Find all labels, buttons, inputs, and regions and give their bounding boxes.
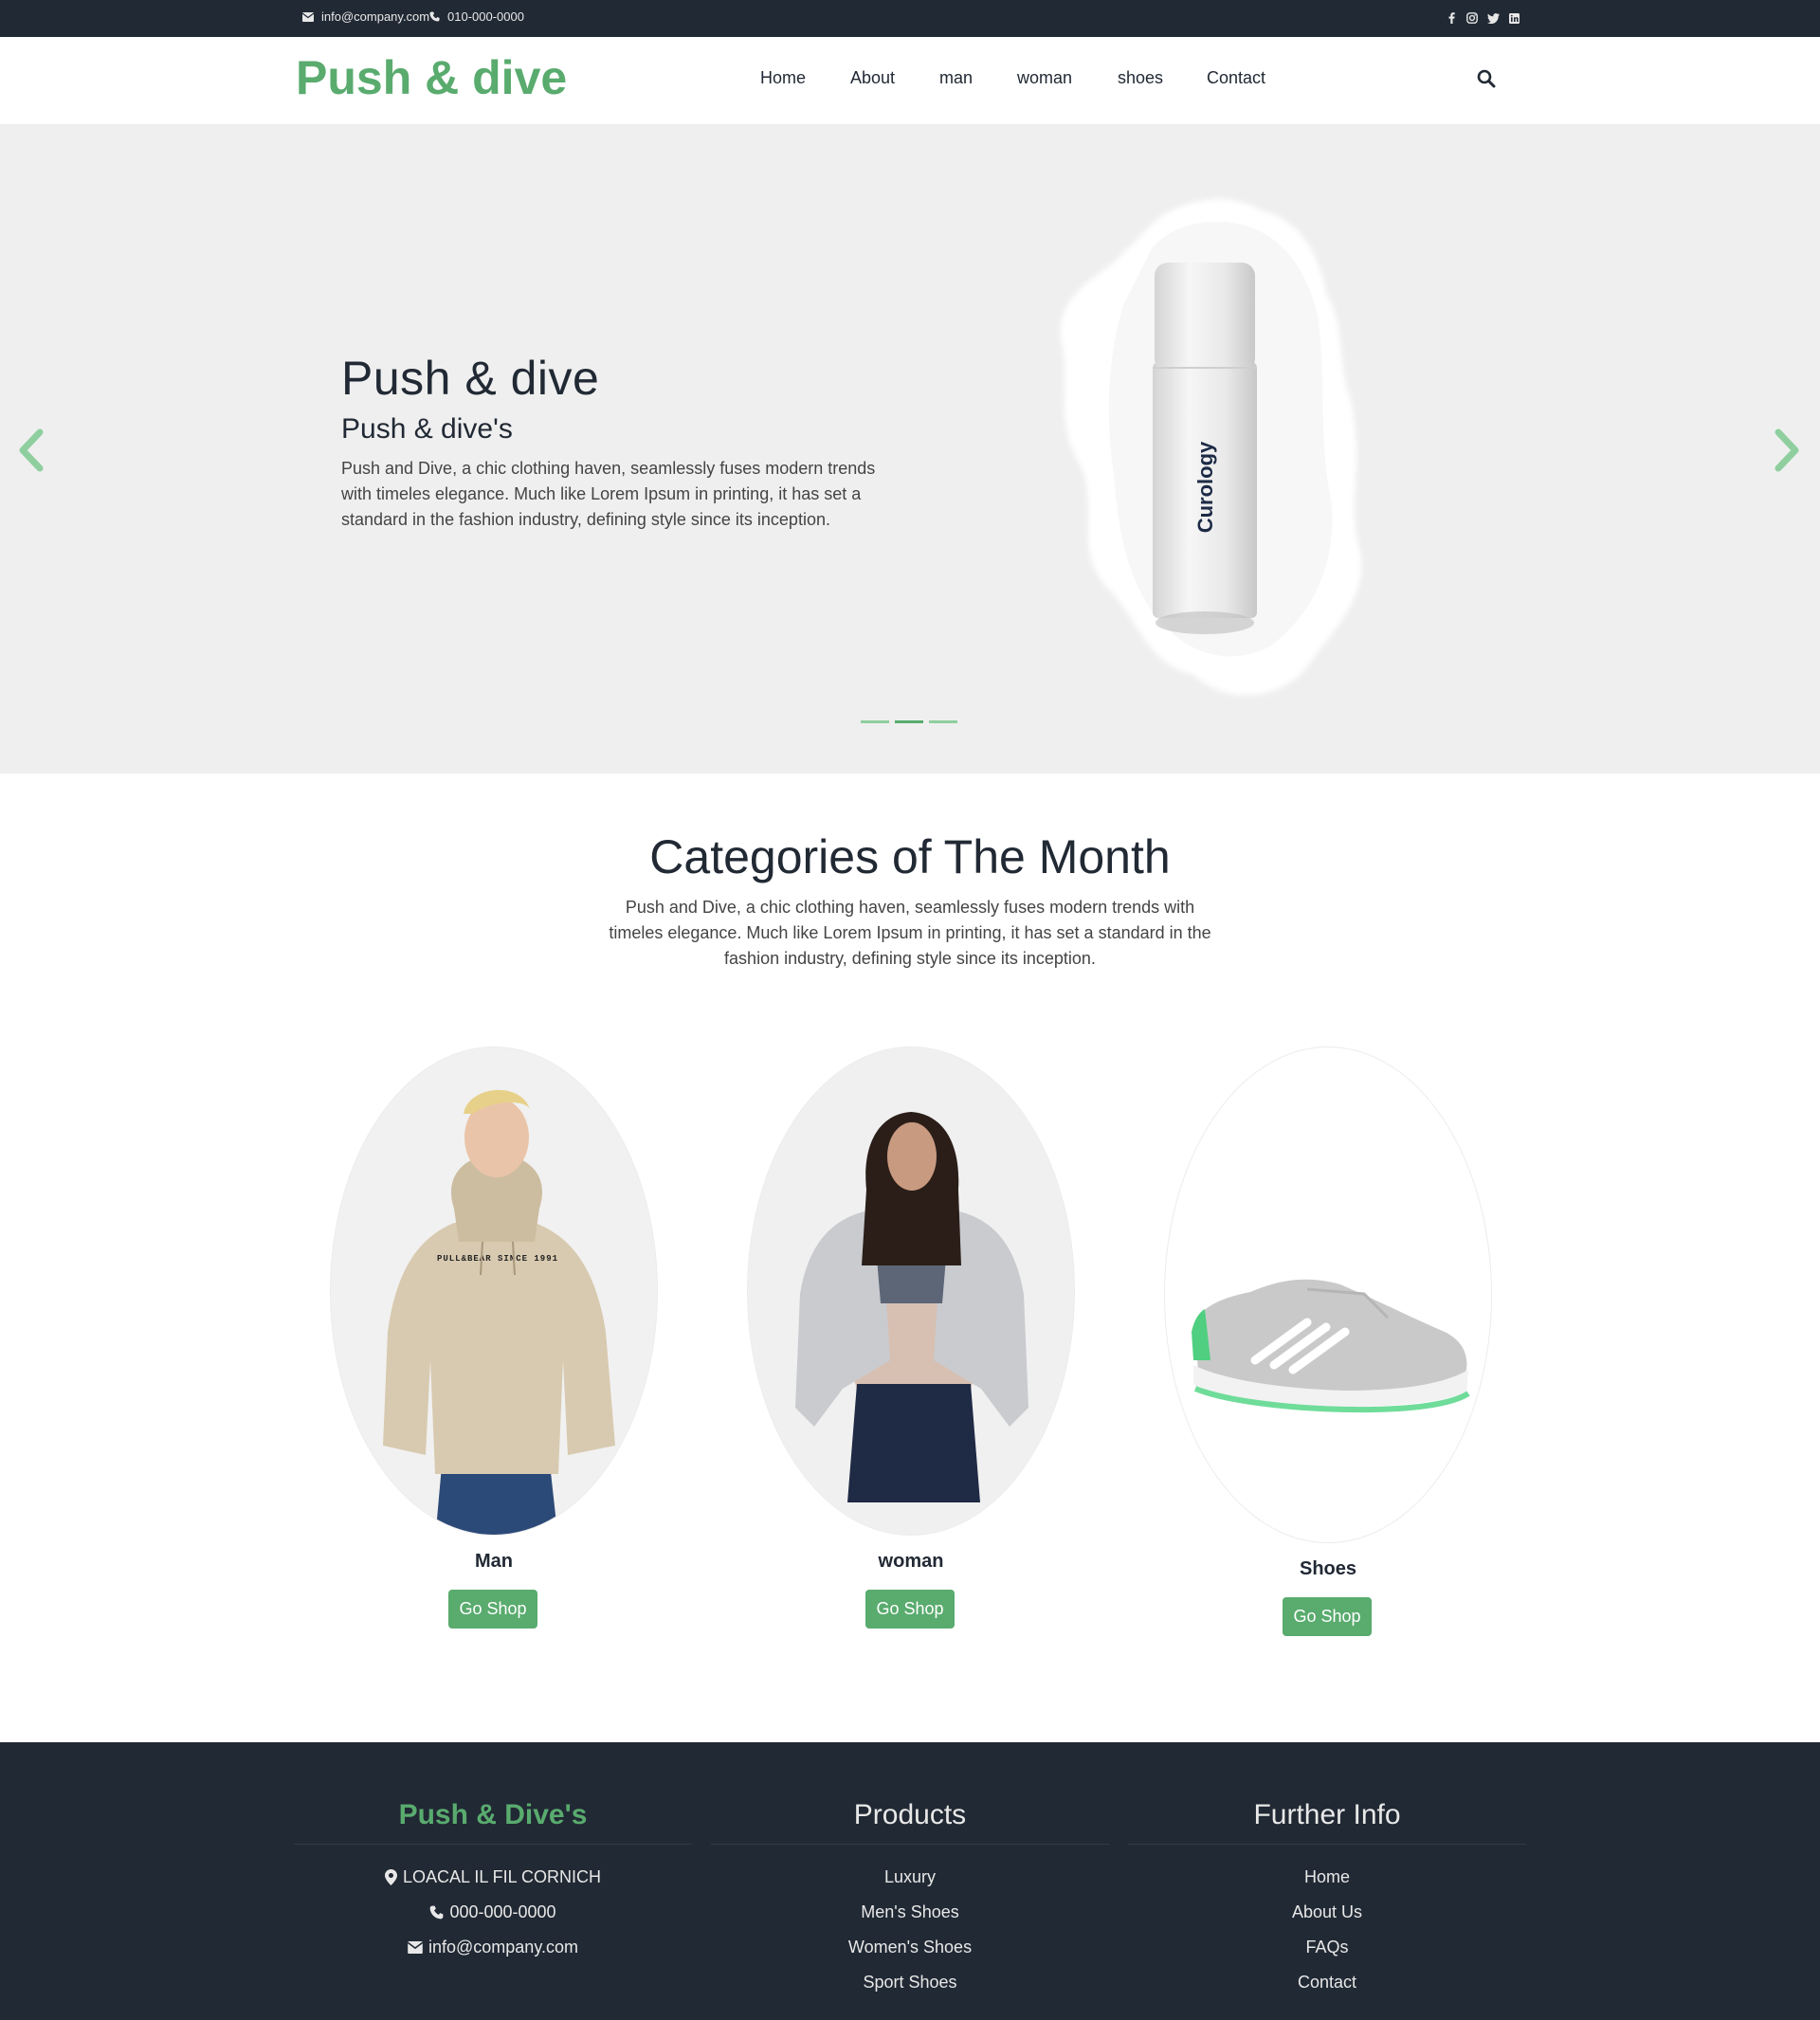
map-pin-icon xyxy=(384,1869,397,1885)
go-shop-man-button[interactable]: Go Shop xyxy=(448,1590,537,1629)
footer-info-column: Further Info Home About Us FAQs Contact xyxy=(1128,1794,1526,2000)
envelope-icon xyxy=(407,1941,423,1954)
footer-email[interactable]: info@company.com xyxy=(294,1930,692,1965)
footer-brand-title: Push & Dive's xyxy=(398,1799,588,1830)
footer-address-text: LOACAL IL FIL CORNICH xyxy=(402,1867,602,1886)
site-footer: Push & Dive's LOACAL IL FIL CORNICH 000-… xyxy=(0,1742,1820,2020)
man-hoodie-photo: PULL&BEAR SINCE 1991 xyxy=(331,1047,657,1535)
carousel-next-button[interactable] xyxy=(1773,427,1805,479)
categories-description: Push and Dive, a chic clothing haven, se… xyxy=(609,898,1211,968)
category-name-man: Man xyxy=(475,1551,513,1572)
phone-icon xyxy=(430,1905,444,1920)
hero-carousel: Push & dive Push & dive's Push and Dive,… xyxy=(0,125,1820,773)
footer-divider xyxy=(294,1844,692,1845)
product-brand-label: Curology xyxy=(1193,441,1217,533)
footer-phone-text: 000-000-0000 xyxy=(449,1902,556,1921)
search-icon xyxy=(1477,69,1496,88)
category-name-shoes: Shoes xyxy=(1299,1558,1357,1579)
footer-product-link[interactable]: Luxury xyxy=(711,1860,1109,1895)
twitter-icon[interactable] xyxy=(1483,9,1503,27)
footer-info-link[interactable]: About Us xyxy=(1128,1895,1526,1930)
social-links xyxy=(1441,9,1524,27)
footer-info-link[interactable]: FAQs xyxy=(1128,1930,1526,1965)
footer-products-title: Products xyxy=(853,1799,967,1830)
category-image-man[interactable]: PULL&BEAR SINCE 1991 xyxy=(330,1046,658,1536)
carousel-indicator-3[interactable] xyxy=(929,720,957,723)
footer-product-link[interactable]: Sport Shoes xyxy=(711,1965,1109,2000)
topbar-phone[interactable]: 010-000-0000 xyxy=(429,9,524,24)
facebook-icon[interactable] xyxy=(1441,9,1462,27)
footer-email-text: info@company.com xyxy=(428,1938,578,1956)
footer-product-link[interactable]: Women's Shoes xyxy=(711,1930,1109,1965)
instagram-icon[interactable] xyxy=(1462,9,1483,27)
hero-description: Push and Dive, a chic clothing haven, se… xyxy=(341,459,876,529)
envelope-icon xyxy=(302,11,314,22)
nav-link-man[interactable]: man xyxy=(939,68,973,88)
nav-link-about[interactable]: About xyxy=(850,68,895,88)
footer-divider xyxy=(1128,1844,1526,1845)
carousel-indicators xyxy=(861,720,957,723)
go-shop-shoes-button[interactable]: Go Shop xyxy=(1283,1597,1372,1636)
category-name-woman: woman xyxy=(878,1551,944,1572)
linkedin-icon[interactable] xyxy=(1503,9,1524,27)
category-image-shoes[interactable] xyxy=(1164,1046,1492,1543)
categories-title: Categories of The Month xyxy=(649,830,1171,883)
nav-link-shoes[interactable]: shoes xyxy=(1118,68,1163,88)
hero-subtitle: Push & dive's xyxy=(341,413,513,445)
footer-brand-column: Push & Dive's LOACAL IL FIL CORNICH 000-… xyxy=(294,1794,692,1965)
footer-info-link[interactable]: Home xyxy=(1128,1860,1526,1895)
nav-link-woman[interactable]: woman xyxy=(1017,68,1072,88)
nav-link-contact[interactable]: Contact xyxy=(1207,68,1265,88)
nav-link-home[interactable]: Home xyxy=(760,68,806,88)
topbar-phone-text: 010-000-0000 xyxy=(447,9,524,24)
carousel-indicator-1[interactable] xyxy=(861,720,889,723)
go-shop-woman-button[interactable]: Go Shop xyxy=(865,1590,955,1629)
topbar-email-text: info@company.com xyxy=(321,9,430,24)
footer-product-link[interactable]: Men's Shoes xyxy=(711,1895,1109,1930)
phone-icon xyxy=(429,11,440,22)
footer-address: LOACAL IL FIL CORNICH xyxy=(294,1860,692,1895)
hero-product-image: Curology xyxy=(1060,199,1362,696)
brand-logo[interactable]: Push & dive xyxy=(296,50,567,105)
sneaker-photo xyxy=(1192,1279,1470,1413)
top-info-bar: info@company.com 010-000-0000 xyxy=(0,0,1820,37)
hero-title: Push & dive xyxy=(341,352,600,405)
main-navbar: Push & dive Home About man woman shoes C… xyxy=(0,37,1820,125)
footer-divider xyxy=(711,1844,1109,1845)
footer-info-link[interactable]: Contact xyxy=(1128,1965,1526,2000)
footer-info-title: Further Info xyxy=(1253,1799,1401,1830)
topbar-email[interactable]: info@company.com xyxy=(302,9,429,24)
footer-phone[interactable]: 000-000-0000 xyxy=(294,1895,692,1930)
woman-jacket-photo xyxy=(748,1047,1074,1535)
category-image-woman[interactable] xyxy=(747,1046,1075,1536)
carousel-indicator-2[interactable] xyxy=(895,720,923,723)
chevron-left-icon xyxy=(19,428,44,472)
carousel-prev-button[interactable] xyxy=(13,427,46,479)
footer-products-column: Products Luxury Men's Shoes Women's Shoe… xyxy=(711,1794,1109,2000)
search-button[interactable] xyxy=(1477,69,1496,93)
hoodie-print-text: PULL&BEAR SINCE 1991 xyxy=(437,1254,558,1264)
chevron-right-icon xyxy=(1774,428,1799,472)
